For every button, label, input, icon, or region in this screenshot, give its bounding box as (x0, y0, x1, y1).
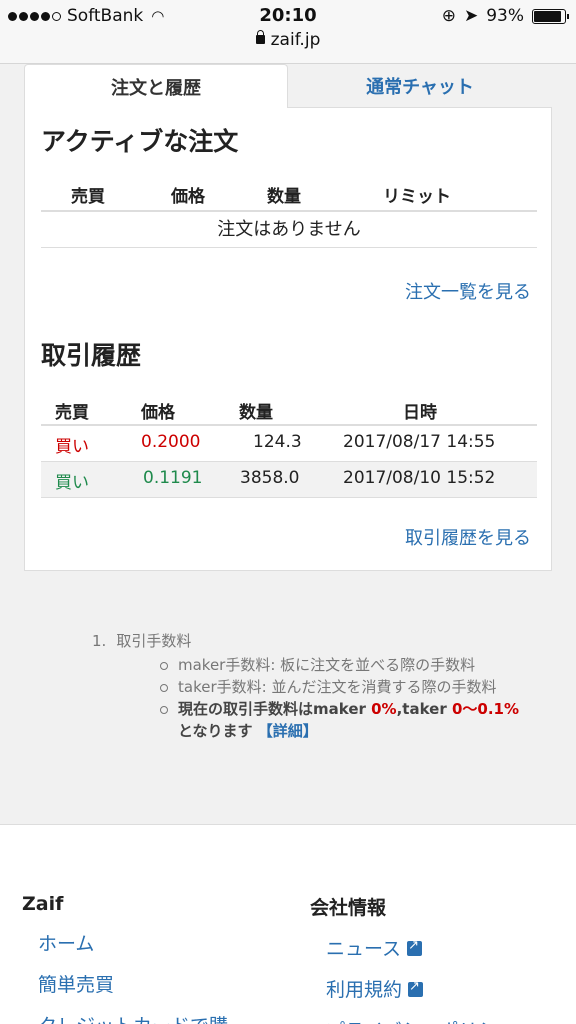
col-price: 価格 (141, 403, 175, 423)
fee-notes: 1. 取引手数料 maker手数料: 板に注文を並べる際の手数料 taker手数… (92, 630, 532, 742)
url-bar[interactable]: zaif.jp (0, 30, 576, 50)
status-right: ⊕ ➤ 93% (441, 6, 569, 26)
footer-link-privacy[interactable]: プライバシーポリシー (326, 1016, 516, 1024)
row-datetime: 2017/08/10 15:52 (343, 468, 496, 488)
tab-chat[interactable]: 通常チャット (288, 64, 552, 108)
no-orders-message: 注文はありません (41, 212, 537, 248)
lock-icon (255, 30, 265, 44)
table-row: 買い 0.2000 124.3 2017/08/17 14:55 (41, 426, 537, 462)
maker-rate: 0% (371, 700, 397, 718)
col-price: 価格 (171, 187, 205, 207)
battery-percent: 93% (486, 6, 524, 26)
footer-link-label: 利用規約 (326, 979, 403, 1001)
tab-bar: 注文と履歴 通常チャット (24, 64, 552, 108)
footer-link-news[interactable]: ニュース (326, 934, 516, 961)
row-qty: 3858.0 (240, 468, 300, 488)
row-side: 買い (55, 473, 89, 493)
row-side: 買い (55, 437, 89, 457)
orders-panel: アクティブな注文 売買 価格 数量 リミット 注文はありません 注文一覧を見る … (24, 107, 552, 571)
active-orders-header: 売買 価格 数量 リミット (41, 180, 537, 212)
footer-link-home[interactable]: ホーム (38, 929, 228, 956)
footer-link-terms[interactable]: 利用規約 (326, 975, 516, 1002)
taker-fee-note: taker手数料: 並んだ注文を消費する際の手数料 (156, 676, 532, 698)
footer-col-zaif: Zaif ホーム 簡単売買 クレジットカードで購 (22, 893, 228, 1024)
note-number: 1. (92, 632, 107, 650)
maker-fee-note: maker手数料: 板に注文を並べる際の手数料 (156, 654, 532, 676)
footer-link-credit-card[interactable]: クレジットカードで購 (38, 1011, 228, 1024)
footer-col-company: 会社情報 ニュース 利用規約 プライバシーポリシー (310, 893, 516, 1024)
current-fee-note: 現在の取引手数料はmaker 0%,taker 0〜0.1% となります 【詳細】 (156, 698, 532, 742)
col-qty: 数量 (239, 403, 273, 423)
col-limit: リミット (383, 187, 451, 207)
view-history-link[interactable]: 取引履歴を見る (405, 524, 531, 550)
current-fee-text-b: ,taker (396, 700, 452, 718)
site-footer: Zaif ホーム 簡単売買 クレジットカードで購 会社情報 ニュース 利用規約 … (0, 824, 576, 1024)
table-row: 買い 0.1191 3858.0 2017/08/10 15:52 (41, 462, 537, 498)
row-datetime: 2017/08/17 14:55 (343, 432, 496, 452)
external-link-icon (408, 979, 424, 997)
note-title: 取引手数料 (116, 632, 192, 650)
history-title: 取引履歴 (41, 341, 142, 370)
current-fee-text-c: となります (178, 722, 258, 740)
location-icon: ➤ (463, 6, 479, 26)
footer-heading: 会社情報 (310, 897, 387, 919)
status-bar: SoftBank ◠ 20:10 ⊕ ➤ 93% zaif.jp (0, 0, 576, 64)
fee-detail-list: maker手数料: 板に注文を並べる際の手数料 taker手数料: 並んだ注文を… (156, 654, 532, 742)
current-fee-text-a: 現在の取引手数料はmaker (178, 700, 372, 718)
external-link-icon (407, 938, 423, 956)
url-text: zaif.jp (270, 30, 321, 50)
col-datetime: 日時 (403, 403, 437, 423)
taker-rate: 0〜0.1% (451, 700, 519, 718)
view-orders-link[interactable]: 注文一覧を見る (405, 278, 531, 304)
history-header: 売買 価格 数量 日時 (41, 392, 537, 426)
row-qty: 124.3 (253, 432, 302, 452)
col-side: 売買 (71, 187, 105, 207)
col-qty: 数量 (267, 187, 301, 207)
battery-icon (532, 8, 569, 24)
col-side: 売買 (55, 403, 89, 423)
row-price: 0.2000 (141, 432, 201, 452)
fee-detail-link[interactable]: 【詳細】 (258, 722, 318, 740)
active-orders-title: アクティブな注文 (41, 127, 239, 156)
tab-orders-history[interactable]: 注文と履歴 (24, 64, 288, 108)
rotation-lock-icon: ⊕ (441, 6, 456, 26)
fee-note-item: 1. 取引手数料 (92, 630, 532, 652)
footer-heading: Zaif (22, 893, 64, 915)
row-price: 0.1191 (143, 468, 203, 488)
footer-link-label: ニュース (326, 938, 402, 960)
footer-link-simple-trade[interactable]: 簡単売買 (38, 970, 228, 997)
